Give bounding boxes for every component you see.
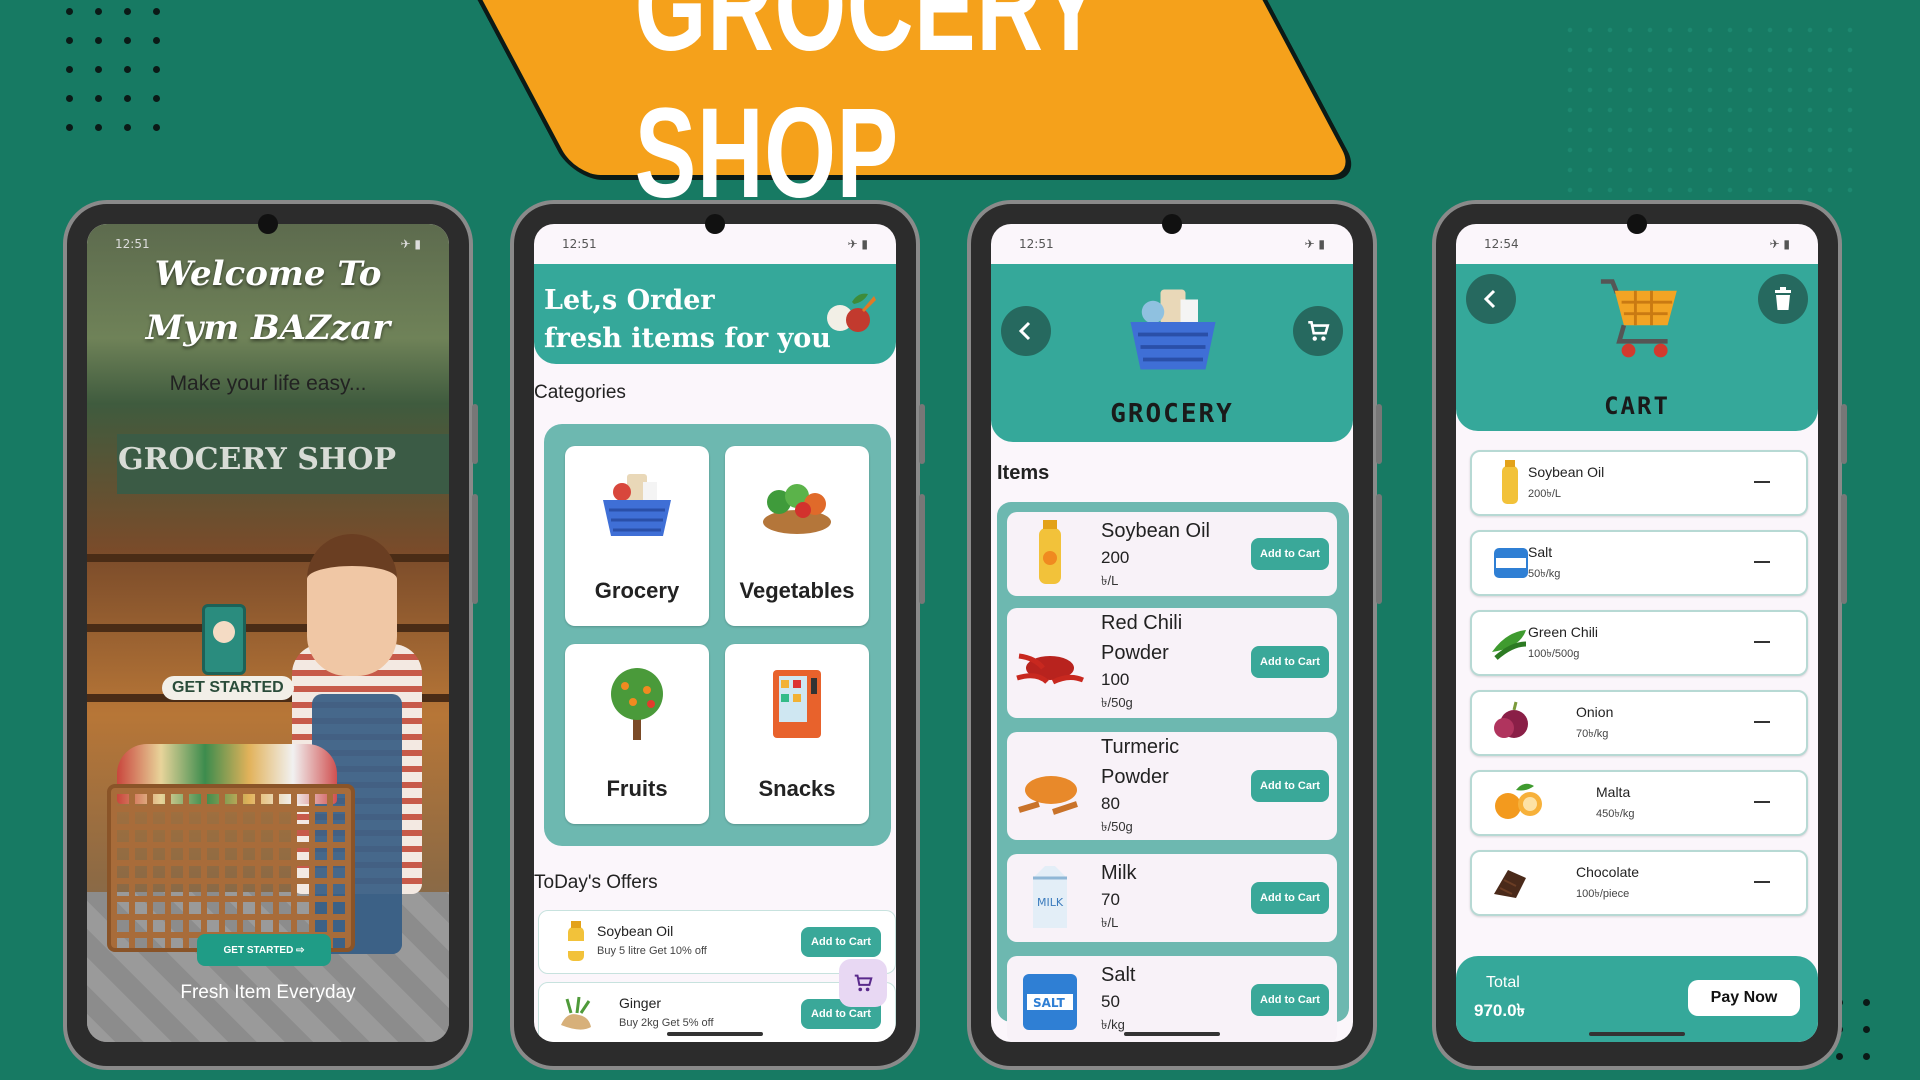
onion-icon — [1494, 701, 1528, 738]
pay-now-button[interactable]: Pay Now — [1688, 980, 1800, 1016]
home-indicator — [1589, 1032, 1685, 1036]
malta-orange-icon — [1495, 783, 1542, 819]
category-card-snacks[interactable]: Snacks — [725, 644, 869, 824]
items-label: Items — [997, 462, 1050, 484]
shopkeeper-head — [307, 534, 397, 676]
categories-label: Categories — [534, 382, 626, 403]
decor-dots-top-right — [1560, 20, 1860, 200]
welcome-title-line2: Mym BAZzar — [145, 308, 391, 348]
chocolate-icon — [1494, 870, 1526, 898]
item-card-milk: MILK Milk 70 ৳/L Add to Cart — [1007, 854, 1337, 942]
todays-offers-label: ToDay's Offers — [534, 872, 658, 893]
category-card-vegetables[interactable]: Vegetables — [725, 446, 869, 626]
salt-pack-icon: SALT — [1023, 974, 1077, 1030]
banner-title: GROCERY SHOP — [634, 0, 1101, 225]
camera-cutout — [705, 214, 725, 234]
add-to-cart-button[interactable]: Add to Cart — [801, 927, 881, 957]
clear-cart-button[interactable] — [1758, 274, 1808, 324]
add-to-cart-button[interactable]: Add to Cart — [1251, 984, 1329, 1016]
get-started-sign: GET STARTED — [162, 676, 294, 700]
cart-screen: 12:54 ✈ ▮ CART Soybean Oil 200৳/L Salt 5… — [1456, 224, 1818, 1042]
svg-text:SALT: SALT — [1033, 996, 1066, 1010]
grocery-title: GROCERY — [1110, 399, 1234, 429]
back-button[interactable] — [1466, 274, 1516, 324]
salt-pack-icon — [1494, 548, 1528, 578]
welcome-screen: GROCERY SHOP GET STARTED 12:51 ✈ ▮ Welco… — [87, 224, 449, 1042]
cart-item-onion: Onion 70৳/kg — [1470, 690, 1808, 756]
vegetables-basket-icon — [763, 484, 831, 534]
phone-cart: 12:54 ✈ ▮ CART Soybean Oil 200৳/L Salt 5… — [1432, 200, 1847, 1070]
add-to-cart-button[interactable]: Add to Cart — [1251, 770, 1329, 802]
footer-tagline: Fresh Item Everyday — [180, 982, 356, 1003]
app-phone-illustration — [202, 604, 246, 675]
chevron-left-icon — [1483, 289, 1496, 309]
item-card-soybean-oil: Soybean Oil 200 ৳/L Add to Cart — [1007, 512, 1337, 596]
oil-bottle-icon — [1502, 460, 1518, 504]
item-card-turmeric-powder: Turmeric Powder 80 ৳/50g Add to Cart — [1007, 732, 1337, 840]
turmeric-icon — [1018, 776, 1078, 815]
welcome-slogan: Make your life easy... — [169, 372, 367, 395]
remove-item-button[interactable] — [1754, 641, 1770, 643]
shop-sign-text: GROCERY SHOP — [118, 442, 396, 477]
remove-item-button[interactable] — [1754, 561, 1770, 563]
camera-cutout — [1162, 214, 1182, 234]
total-label: Total — [1486, 974, 1520, 991]
cart-total-bar: Total 970.0৳ Pay Now — [1456, 956, 1818, 1042]
vegetables-icon — [827, 293, 876, 332]
add-to-cart-button[interactable]: Add to Cart — [1251, 538, 1329, 570]
phone-welcome: GROCERY SHOP GET STARTED 12:51 ✈ ▮ Welco… — [63, 200, 478, 1070]
add-to-cart-button[interactable]: Add to Cart — [1251, 882, 1329, 914]
item-card-salt: SALT Salt 50 ৳/kg Add to Cart — [1007, 956, 1337, 1042]
phone-grocery: 12:51 ✈ ▮ GROCERY Items Soybean Oil 200 … — [967, 200, 1382, 1070]
cart-item-soybean-oil: Soybean Oil 200৳/L — [1470, 450, 1808, 516]
camera-cutout — [1627, 214, 1647, 234]
cart-icon — [854, 974, 873, 992]
remove-item-button[interactable] — [1754, 801, 1770, 803]
add-to-cart-button[interactable]: Add to Cart — [1251, 646, 1329, 678]
cart-item-malta: Malta 450৳/kg — [1470, 770, 1808, 836]
oil-bottle-icon — [1039, 520, 1061, 584]
remove-item-button[interactable] — [1754, 481, 1770, 483]
chili-powder-icon — [1016, 653, 1084, 685]
svg-text:MILK: MILK — [1037, 896, 1064, 909]
cart-item-chocolate: Chocolate 100৳/piece — [1470, 850, 1808, 916]
home-screen: 12:51 ✈ ▮ Let,s Order fresh items for yo… — [534, 224, 896, 1042]
shopping-cart-icon — [1600, 279, 1677, 358]
cart-fab[interactable] — [839, 959, 887, 1007]
cart-icon — [1308, 321, 1330, 341]
fruit-tree-icon — [611, 668, 663, 740]
cart-item-green-chili: Green Chili 100৳/500g — [1470, 610, 1808, 676]
cart-button[interactable] — [1293, 306, 1343, 356]
home-header-title: Let,s Order fresh items for you — [544, 285, 831, 354]
home-indicator — [667, 1032, 763, 1036]
trash-icon — [1775, 287, 1791, 310]
phone-home: 12:51 ✈ ▮ Let,s Order fresh items for yo… — [510, 200, 925, 1070]
remove-item-button[interactable] — [1754, 721, 1770, 723]
cart-title: CART — [1604, 392, 1670, 420]
category-card-grocery[interactable]: Grocery — [565, 446, 709, 626]
snack-machine-icon — [773, 670, 821, 738]
grocery-basket-icon — [603, 474, 671, 536]
get-started-button[interactable]: GET STARTED ⇨ — [197, 934, 331, 966]
back-button[interactable] — [1001, 306, 1051, 356]
items-list: Soybean Oil 200 ৳/L Add to Cart Red Chil… — [997, 502, 1349, 1042]
decor-dots-top-left — [66, 8, 160, 131]
milk-carton-icon: MILK — [1033, 866, 1067, 928]
cart-item-salt: Salt 50৳/kg — [1470, 530, 1808, 596]
shopping-cart-illustration — [107, 784, 355, 952]
categories-grid: Grocery Vegetables Fruits Snacks — [544, 424, 891, 846]
total-value: 970.0৳ — [1474, 1001, 1526, 1020]
ginger-icon — [561, 996, 591, 1030]
oil-bottle-icon — [568, 921, 584, 961]
item-card-red-chili-powder: Red Chili Powder 100 ৳/50g Add to Cart — [1007, 608, 1337, 718]
home-indicator — [1124, 1032, 1220, 1036]
chevron-left-icon — [1018, 321, 1031, 341]
green-chili-icon — [1492, 630, 1527, 660]
category-card-fruits[interactable]: Fruits — [565, 644, 709, 824]
grocery-screen: 12:51 ✈ ▮ GROCERY Items Soybean Oil 200 … — [991, 224, 1353, 1042]
remove-item-button[interactable] — [1754, 881, 1770, 883]
camera-cutout — [258, 214, 278, 234]
grocery-basket-icon — [1130, 289, 1216, 370]
